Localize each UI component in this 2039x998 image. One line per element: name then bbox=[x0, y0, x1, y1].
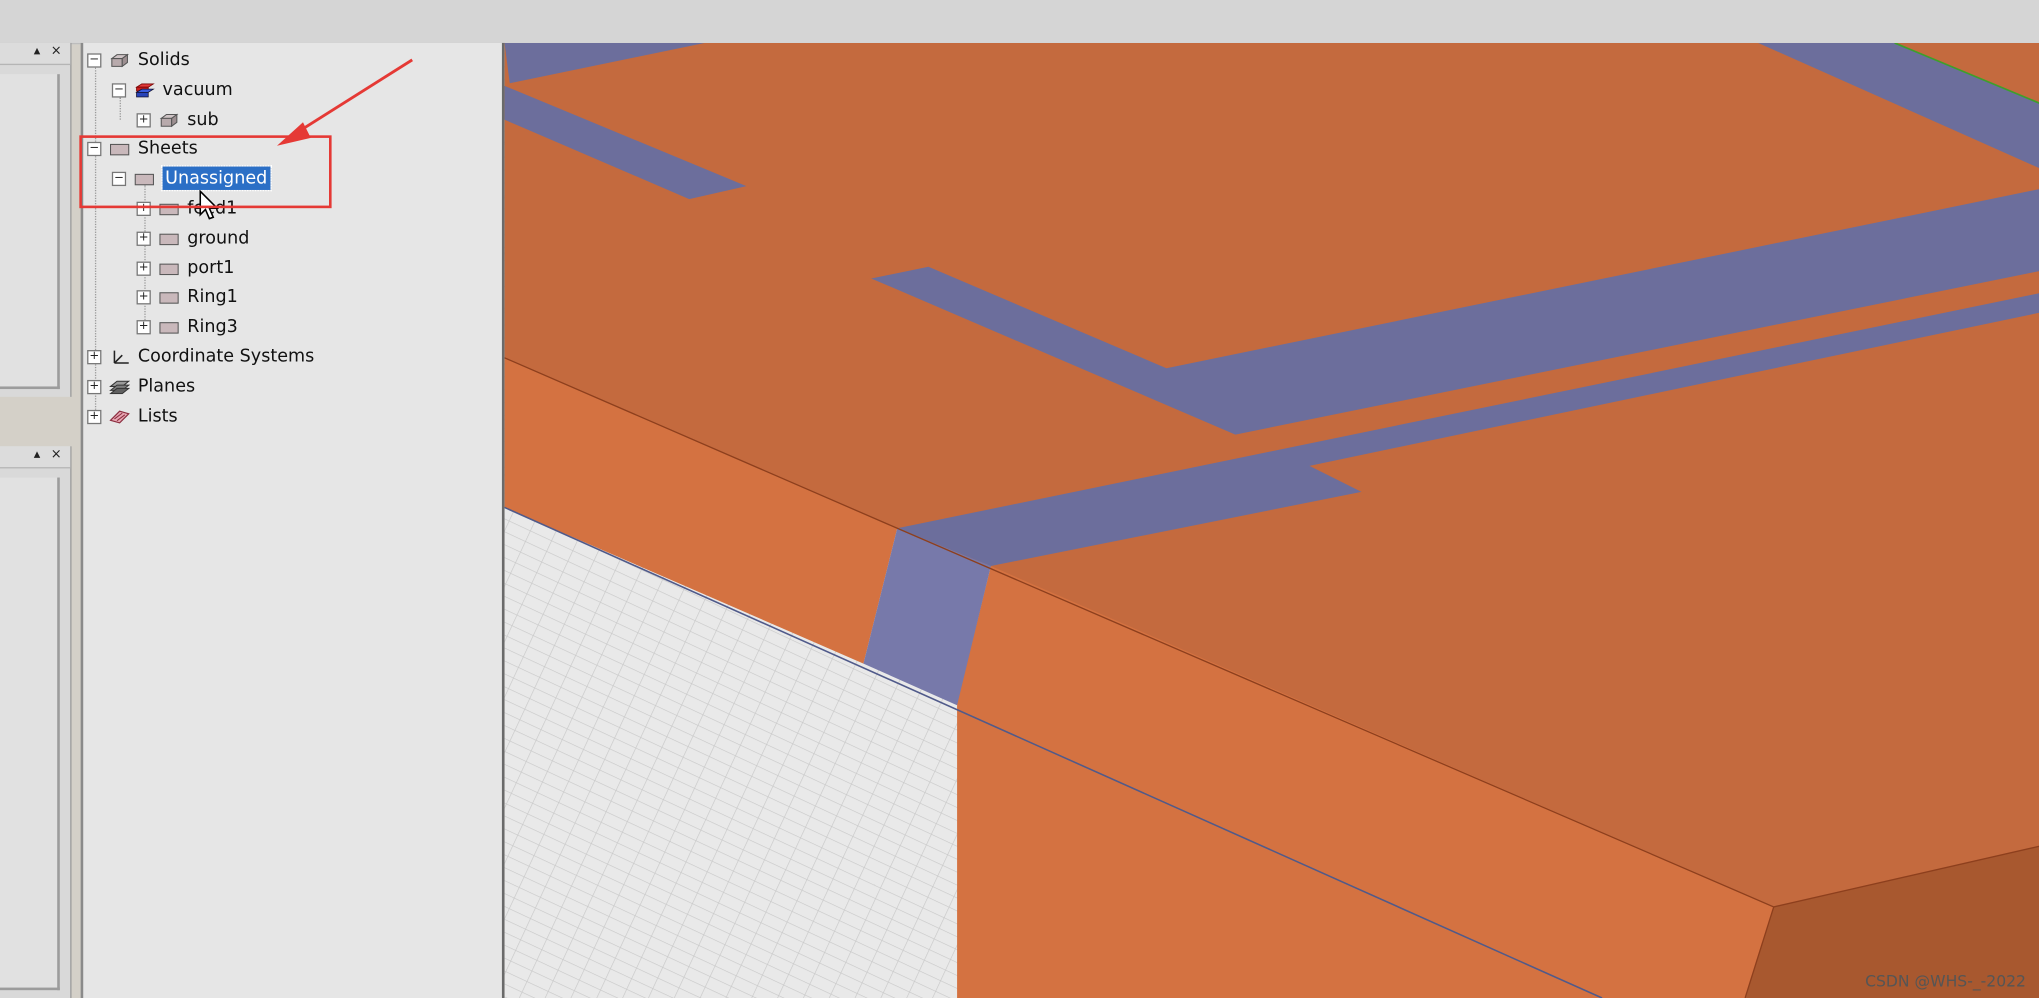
sheet-icon bbox=[159, 262, 179, 275]
expand-toggle[interactable]: + bbox=[136, 230, 151, 246]
expand-toggle[interactable]: + bbox=[87, 379, 102, 394]
3d-modeler-viewport[interactable] bbox=[501, 42, 2039, 998]
expand-toggle[interactable]: + bbox=[136, 260, 151, 276]
top-toolbar bbox=[0, 0, 2039, 45]
expand-toggle[interactable]: + bbox=[87, 409, 102, 424]
coordinate-axes-icon bbox=[113, 350, 129, 364]
docked-panel-header: ▴ × bbox=[0, 446, 71, 469]
tree-node-lists[interactable]: + Lists bbox=[87, 403, 178, 429]
expand-toggle[interactable]: + bbox=[136, 319, 151, 334]
watermark-text: CSDN @WHS-_-2022 bbox=[1865, 971, 2026, 991]
close-icon[interactable]: × bbox=[51, 44, 62, 58]
tree-node-solids[interactable]: − Solids bbox=[87, 47, 190, 73]
tree-node-label: Ring1 bbox=[187, 286, 238, 308]
pin-icon[interactable]: ▴ bbox=[34, 448, 41, 462]
lists-icon bbox=[109, 409, 130, 423]
collapse-toggle[interactable]: − bbox=[111, 82, 127, 97]
tree-node-label: Planes bbox=[137, 376, 196, 397]
pin-icon[interactable]: ▴ bbox=[34, 44, 41, 58]
tree-node-planes[interactable]: + Planes bbox=[87, 373, 195, 399]
tree-node-sub[interactable]: + sub bbox=[136, 107, 219, 133]
tree-node-label: Lists bbox=[137, 405, 178, 427]
tree-node-label: Ring3 bbox=[187, 316, 238, 338]
sheet-icon bbox=[159, 233, 179, 245]
tree-node-label: sub bbox=[187, 109, 219, 131]
tree-node-label: ground bbox=[187, 227, 250, 249]
close-icon[interactable]: × bbox=[51, 448, 62, 462]
tree-node-label: port1 bbox=[187, 257, 235, 279]
docked-panel-header: ▴ × bbox=[0, 42, 71, 66]
tree-node-ring3[interactable]: + Ring3 bbox=[136, 314, 238, 340]
sheet-icon bbox=[159, 321, 179, 333]
annotation-arrow-icon bbox=[276, 58, 413, 146]
planes-icon bbox=[109, 380, 131, 394]
app-window: ▴ × ▴ × − Solids − vacuum + sub − Sheets bbox=[0, 0, 2039, 998]
docked-panel-content bbox=[0, 74, 60, 390]
solid-box-icon bbox=[159, 112, 179, 127]
3d-model-view bbox=[504, 42, 2039, 998]
tree-node-label: Coordinate Systems bbox=[137, 346, 315, 367]
solid-box-icon bbox=[110, 52, 129, 67]
sheet-icon bbox=[159, 291, 179, 304]
docked-panel-bottom: ▴ × bbox=[0, 446, 72, 998]
expand-toggle[interactable]: + bbox=[87, 349, 102, 364]
expand-toggle[interactable]: + bbox=[136, 289, 151, 304]
material-stack-icon bbox=[135, 82, 155, 97]
tree-node-ground[interactable]: + ground bbox=[136, 225, 250, 251]
tree-node-coordinate-systems[interactable]: + Coordinate Systems bbox=[87, 344, 314, 370]
tree-node-port1[interactable]: + port1 bbox=[136, 255, 235, 281]
collapse-toggle[interactable]: − bbox=[87, 52, 102, 68]
tree-node-ring1[interactable]: + Ring1 bbox=[136, 284, 238, 310]
docked-panel-content bbox=[0, 477, 60, 991]
tree-node-vacuum[interactable]: − vacuum bbox=[111, 77, 233, 103]
tree-node-label: Solids bbox=[137, 49, 190, 71]
tree-node-label: vacuum bbox=[162, 79, 233, 101]
docked-panel-top: ▴ × bbox=[0, 42, 72, 397]
expand-toggle[interactable]: + bbox=[136, 112, 151, 127]
